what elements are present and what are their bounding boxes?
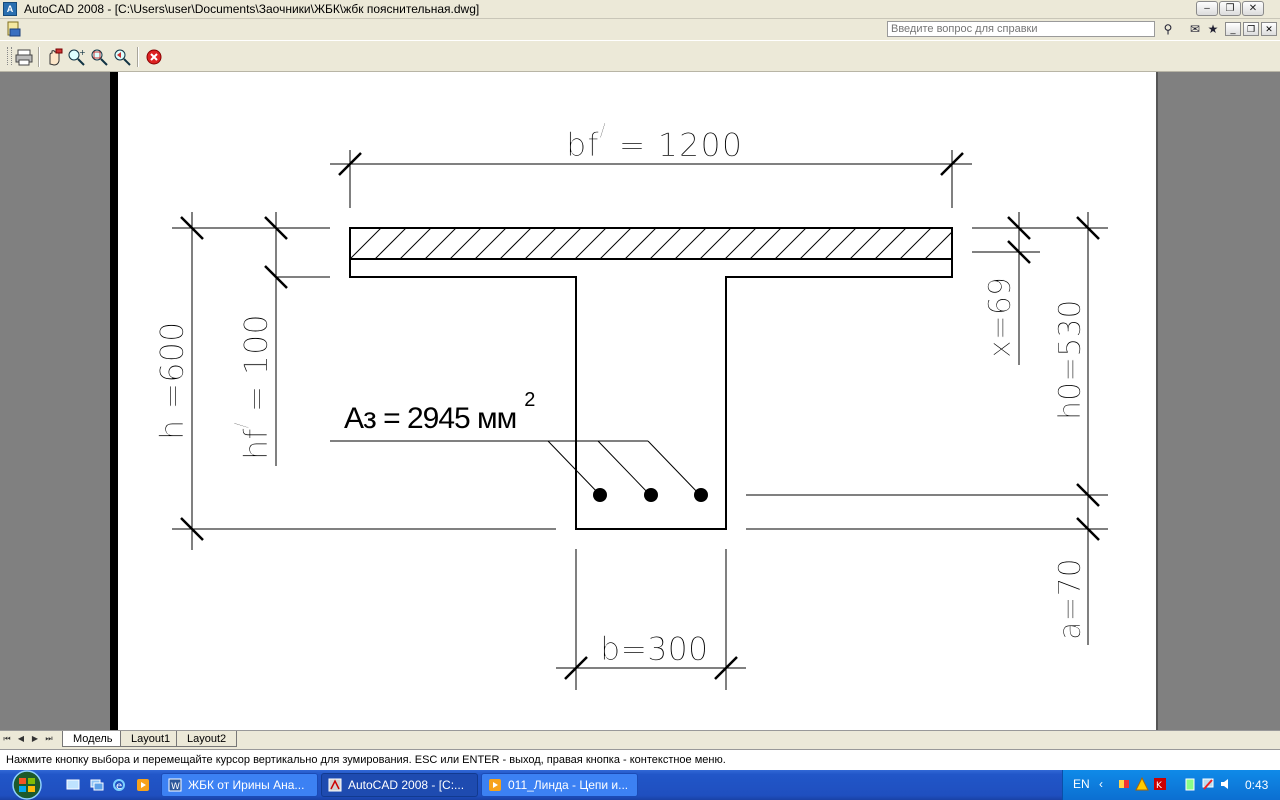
zoom-realtime-icon[interactable]: + xyxy=(66,47,86,67)
label-h0: h0=530 xyxy=(1053,300,1088,421)
rebar xyxy=(694,488,708,502)
close-preview-icon[interactable] xyxy=(144,47,164,67)
command-line[interactable]: Нажмите кнопку выбора и перемещайте курс… xyxy=(0,749,1280,770)
label-bf: bf/= 1200 xyxy=(566,120,743,164)
rebar-leader xyxy=(330,440,701,496)
dimension-h xyxy=(172,212,556,550)
start-button[interactable] xyxy=(0,770,54,800)
switch-windows-icon[interactable] xyxy=(90,778,104,792)
svg-text:+: + xyxy=(79,48,86,57)
clock[interactable]: 0:43 xyxy=(1245,778,1268,792)
warning-icon[interactable] xyxy=(1135,777,1149,791)
media-player-icon xyxy=(489,779,501,791)
tray-expand-icon[interactable]: ‹ xyxy=(1099,777,1103,791)
favorites-icon[interactable]: ★ xyxy=(1203,20,1223,38)
label-x: x=69 xyxy=(983,277,1018,358)
print-icon[interactable] xyxy=(14,47,34,67)
label-hf: hf/= 100 xyxy=(231,314,275,460)
media-player-icon[interactable] xyxy=(136,778,150,792)
preview-toolbar: + xyxy=(0,40,1280,72)
title-bar: A AutoCAD 2008 - [C:\Users\user\Document… xyxy=(0,0,1280,19)
compression-zone-hatch xyxy=(350,228,952,259)
language-indicator[interactable]: EN xyxy=(1073,777,1090,791)
volume-icon[interactable] xyxy=(1219,777,1233,791)
label-a: a=70 xyxy=(1053,558,1088,640)
minimize-button[interactable]: – xyxy=(1196,1,1218,16)
taskbar-item-autocad[interactable]: AutoCAD 2008 - [C:... xyxy=(321,773,478,797)
last-tab-arrow-icon[interactable]: ⏭ xyxy=(44,733,54,745)
battery-icon[interactable] xyxy=(1183,777,1197,791)
svg-text:W: W xyxy=(171,782,180,792)
svg-text:e: e xyxy=(116,781,122,792)
taskbar: e W ЖБК от Ирины Ана... AutoCAD 2008 - [… xyxy=(0,770,1280,800)
internet-explorer-icon[interactable]: e xyxy=(112,778,126,792)
label-rebar-area: Aз = 2945 мм2 xyxy=(344,389,535,435)
command-prompt-text: Нажмите кнопку выбора и перемещайте курс… xyxy=(6,754,726,766)
system-tray: EN ‹ K 0:43 xyxy=(1062,770,1280,800)
tab-layout1[interactable]: Layout1 xyxy=(120,731,182,747)
label-h: h =600 xyxy=(153,322,191,440)
layout-tabs-row: ⏮ ◀ ▶ ⏭ Модель Layout1 Layout2 xyxy=(0,730,1280,749)
document-icon[interactable] xyxy=(6,21,22,37)
tab-layout2[interactable]: Layout2 xyxy=(176,731,238,747)
rebar xyxy=(644,488,658,502)
next-tab-arrow-icon[interactable]: ▶ xyxy=(30,733,40,745)
taskbar-item-media-player[interactable]: 011_Линда - Цепи и... xyxy=(481,773,638,797)
plot-preview-area[interactable]: bf/= 1200 h =600 hf/= 100 x=69 h0=530 a=… xyxy=(0,72,1280,730)
prev-tab-arrow-icon[interactable]: ◀ xyxy=(16,733,26,745)
network-status-icon[interactable] xyxy=(1201,777,1215,791)
mdi-restore-button[interactable]: ❐ xyxy=(1243,22,1259,36)
tab-model[interactable]: Модель xyxy=(62,731,124,747)
label-b: b=300 xyxy=(600,630,708,668)
mdi-close-button[interactable]: ✕ xyxy=(1261,22,1277,36)
autocad-icon xyxy=(328,778,342,792)
mdi-minimize-button[interactable]: _ xyxy=(1225,22,1241,36)
help-search-input[interactable] xyxy=(887,21,1155,37)
show-desktop-icon[interactable] xyxy=(66,778,80,792)
pan-icon[interactable] xyxy=(44,47,64,67)
restore-button[interactable]: ❐ xyxy=(1219,1,1241,16)
toolbar-separator xyxy=(137,47,139,67)
word-icon: W xyxy=(168,778,182,792)
rebar xyxy=(593,488,607,502)
communication-center-icon[interactable]: ✉ xyxy=(1185,20,1205,38)
antivirus-icon[interactable]: K xyxy=(1153,777,1167,791)
taskbar-item-word[interactable]: W ЖБК от Ирины Ана... xyxy=(161,773,318,797)
toolbar-grip[interactable] xyxy=(7,47,12,65)
t-beam-section-drawing: bf/= 1200 h =600 hf/= 100 x=69 h0=530 a=… xyxy=(153,120,1108,690)
autocad-icon[interactable]: A xyxy=(3,2,17,16)
zoom-window-icon[interactable] xyxy=(89,47,109,67)
dimension-b xyxy=(556,549,746,690)
close-button[interactable]: ✕ xyxy=(1242,1,1264,16)
zoom-previous-icon[interactable] xyxy=(112,47,132,67)
first-tab-arrow-icon[interactable]: ⏮ xyxy=(2,733,12,745)
toolbar-separator xyxy=(38,47,40,67)
window-title: AutoCAD 2008 - [C:\Users\user\Documents\… xyxy=(24,2,480,16)
search-icon[interactable]: ⚲ xyxy=(1158,20,1178,38)
t-beam-outline xyxy=(349,227,953,530)
network-icon[interactable] xyxy=(1117,777,1131,791)
